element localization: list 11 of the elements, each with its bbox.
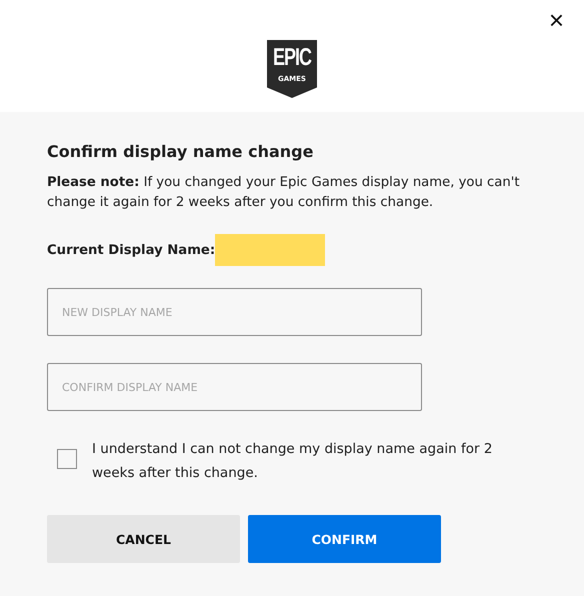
logo-text: EPIC bbox=[272, 43, 311, 72]
cancel-button[interactable]: CANCEL bbox=[47, 515, 240, 563]
current-name-label: Current Display Name: bbox=[47, 242, 216, 258]
confirm-button[interactable]: CONFIRM bbox=[248, 515, 441, 563]
agreement-checkbox[interactable] bbox=[57, 449, 77, 469]
note-text: Please note: If you changed your Epic Games display name, you can't change it again for 2 weeks after you confirm this change. bbox=[47, 174, 521, 212]
dialog-title: Confirm display name change bbox=[47, 142, 314, 162]
text-field[interactable]: NEW DISPLAY NAME bbox=[47, 288, 422, 336]
text-field[interactable]: CONFIRM DISPLAY NAME bbox=[47, 363, 422, 411]
close-button[interactable]: × bbox=[548, 6, 564, 34]
agreement-text: I understand I can not change my display name again for 2 weeks after this change. bbox=[92, 440, 494, 483]
